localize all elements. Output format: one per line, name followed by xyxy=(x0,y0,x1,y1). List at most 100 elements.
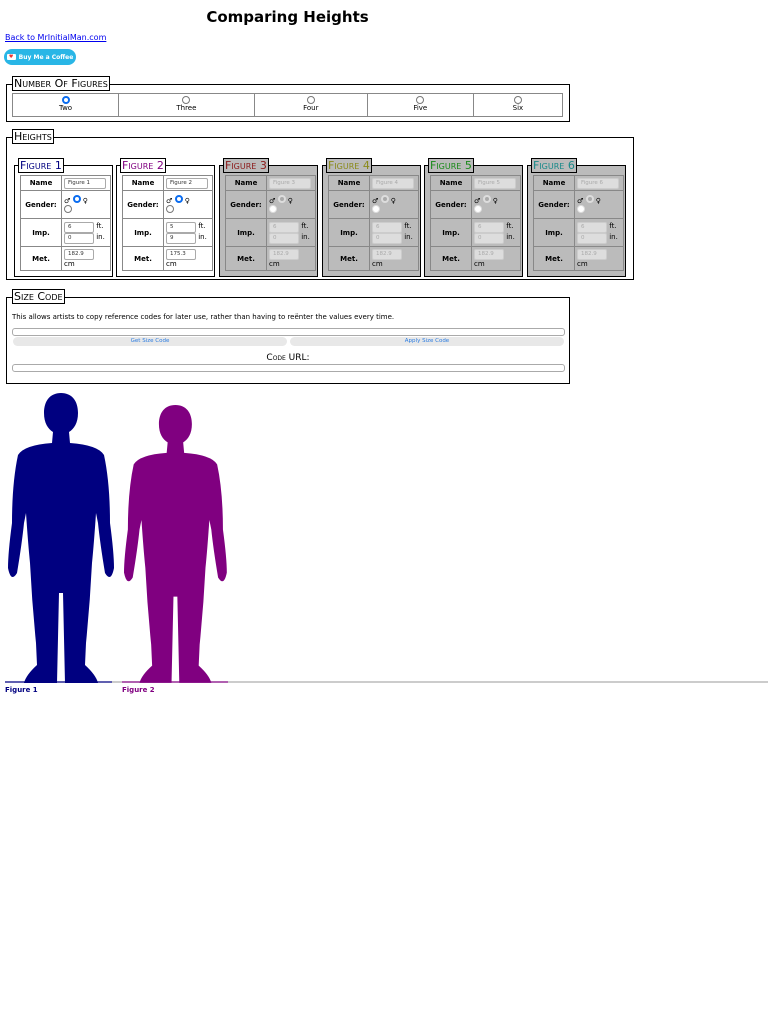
coffee-cup-icon: ♥ xyxy=(6,54,16,60)
name-input[interactable]: Figure 5 xyxy=(474,177,516,189)
back-link[interactable]: Back to MrInitialMan.com xyxy=(5,33,106,42)
male-radio[interactable] xyxy=(380,194,389,203)
figures-option-two[interactable]: Two xyxy=(13,94,120,116)
page-title: Comparing Heights xyxy=(206,8,369,26)
radio-button[interactable] xyxy=(306,96,315,104)
figure-2-fieldset: Figure 2 Name Figure 2 Gender: ♂ ♀ Imp. 5 f… xyxy=(116,158,215,277)
imperial-label: Imp. xyxy=(533,218,575,247)
feet-input[interactable]: 5 xyxy=(166,221,196,233)
feet-input[interactable]: 6 xyxy=(269,221,299,233)
figure-display xyxy=(5,393,768,683)
metric-label: Met. xyxy=(225,246,267,271)
figures-option-six[interactable]: Six xyxy=(474,94,562,116)
feet-input[interactable]: 6 xyxy=(64,221,94,233)
male-radio[interactable] xyxy=(72,194,81,203)
ft-unit: ft. xyxy=(506,221,514,230)
name-input[interactable]: Figure 1 xyxy=(64,177,106,189)
figure-form: Name Figure 4 Gender: ♂ ♀ Imp. 6 ft. 0 in. M… xyxy=(328,175,419,271)
female-icon: ♀ xyxy=(82,196,88,205)
heights-fieldset: Heights Figure 1 Name Figure 1 Gender: ♂ ♀… xyxy=(6,129,634,280)
imperial-label: Imp. xyxy=(430,218,472,247)
size-code-fieldset: Size Code This allows artists to copy re… xyxy=(6,289,570,384)
imperial-label: Imp. xyxy=(328,218,370,247)
metric-label: Met. xyxy=(533,246,575,271)
inches-input[interactable]: 0 xyxy=(474,232,504,244)
radio-button[interactable] xyxy=(182,96,191,104)
cm-input[interactable]: 175.3 xyxy=(166,249,196,260)
cm-input[interactable]: 182.9 xyxy=(269,249,299,260)
cm-input[interactable]: 182.9 xyxy=(64,249,94,260)
figure-legend: Figure 2 xyxy=(120,158,166,173)
apply-size-code-button[interactable]: Apply Size Code xyxy=(290,337,564,346)
feet-input[interactable]: 6 xyxy=(372,221,402,233)
male-radio[interactable] xyxy=(585,194,594,203)
metric-label: Met. xyxy=(122,246,164,271)
figure-4-fieldset: Figure 4 Name Figure 4 Gender: ♂ ♀ Imp. 6 f… xyxy=(322,158,421,277)
radio-button[interactable] xyxy=(61,96,70,104)
figures-option-four[interactable]: Four xyxy=(255,94,368,116)
ft-unit: ft. xyxy=(404,221,412,230)
cm-unit: cm xyxy=(474,260,485,268)
name-input[interactable]: Figure 2 xyxy=(166,177,208,189)
figure-legend: Figure 1 xyxy=(18,158,64,173)
cm-input[interactable]: 182.9 xyxy=(474,249,504,260)
ft-unit: ft. xyxy=(301,221,309,230)
male-radio[interactable] xyxy=(174,194,183,203)
name-input[interactable]: Figure 4 xyxy=(372,177,414,189)
female-radio[interactable] xyxy=(577,204,585,213)
code-url-input[interactable] xyxy=(12,364,565,372)
option-label: Three xyxy=(176,104,197,112)
male-radio[interactable] xyxy=(482,194,491,203)
in-unit: in. xyxy=(609,232,618,241)
buy-me-coffee-button[interactable]: ♥ Buy Me a Coffee xyxy=(4,49,76,65)
heights-legend: Heights xyxy=(12,129,54,144)
figure-1-fieldset: Figure 1 Name Figure 1 Gender: ♂ ♀ Imp. 6 f… xyxy=(14,158,113,277)
female-radio[interactable] xyxy=(372,204,380,213)
figure-3-fieldset: Figure 3 Name Figure 3 Gender: ♂ ♀ Imp. 6 f… xyxy=(219,158,318,277)
feet-input[interactable]: 6 xyxy=(474,221,504,233)
inches-input[interactable]: 0 xyxy=(372,232,402,244)
figure-legend: Figure 3 xyxy=(223,158,269,173)
cm-input[interactable]: 182.9 xyxy=(372,249,402,260)
figures-option-three[interactable]: Three xyxy=(119,94,255,116)
female-icon: ♀ xyxy=(184,196,190,205)
gender-label: Gender: xyxy=(328,190,370,219)
in-unit: in. xyxy=(301,232,310,241)
gender-label: Gender: xyxy=(122,190,164,219)
gender-label: Gender: xyxy=(430,190,472,219)
name-input[interactable]: Figure 6 xyxy=(577,177,619,189)
figure-form: Name Figure 6 Gender: ♂ ♀ Imp. 6 ft. 0 in. M… xyxy=(533,175,624,271)
female-radio[interactable] xyxy=(269,204,277,213)
metric-label: Met. xyxy=(20,246,62,271)
figure-1-silhouette xyxy=(8,393,114,683)
female-icon: ♀ xyxy=(287,196,293,205)
inches-input[interactable]: 0 xyxy=(269,232,299,244)
feet-input[interactable]: 6 xyxy=(577,221,607,233)
figures-option-five[interactable]: Five xyxy=(368,94,474,116)
get-size-code-button[interactable]: Get Size Code xyxy=(13,337,287,346)
inches-input[interactable]: 0 xyxy=(577,232,607,244)
name-input[interactable]: Figure 3 xyxy=(269,177,311,189)
male-radio[interactable] xyxy=(277,194,286,203)
cm-unit: cm xyxy=(577,260,588,268)
number-of-figures-legend: Number Of Figures xyxy=(12,76,110,91)
gender-label: Gender: xyxy=(225,190,267,219)
inches-input[interactable]: 9 xyxy=(166,232,196,244)
male-icon: ♂ xyxy=(474,196,481,205)
radio-button[interactable] xyxy=(513,96,522,104)
name-label: Name xyxy=(20,175,62,191)
cm-input[interactable]: 182.9 xyxy=(577,249,607,260)
female-radio[interactable] xyxy=(166,204,174,213)
cm-unit: cm xyxy=(372,260,383,268)
ft-unit: ft. xyxy=(198,221,206,230)
radio-button[interactable] xyxy=(416,96,425,104)
figure-legend: Figure 4 xyxy=(326,158,372,173)
female-icon: ♀ xyxy=(492,196,498,205)
female-radio[interactable] xyxy=(474,204,482,213)
inches-input[interactable]: 0 xyxy=(64,232,94,244)
figure-6-fieldset: Figure 6 Name Figure 6 Gender: ♂ ♀ Imp. 6 f… xyxy=(527,158,626,277)
female-radio[interactable] xyxy=(64,204,72,213)
size-code-input[interactable] xyxy=(12,328,565,336)
male-icon: ♂ xyxy=(269,196,276,205)
number-of-figures-fieldset: Number Of Figures Two Three Four Five Six xyxy=(6,76,570,122)
